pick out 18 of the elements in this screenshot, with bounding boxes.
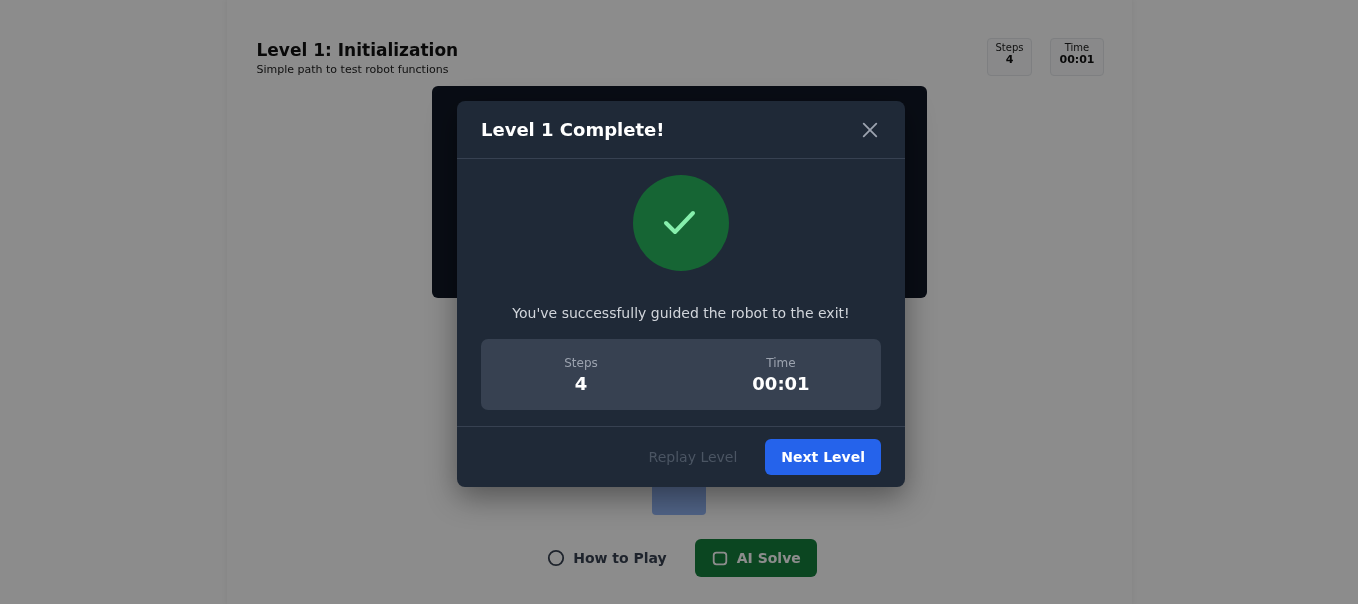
solve-button[interactable]: AI Solve [694, 539, 817, 577]
stat-value: 00:01 [1059, 53, 1095, 66]
stat-label: Time [1064, 42, 1090, 53]
stat-value: 4 [574, 373, 588, 394]
stat-value: 00:01 [752, 373, 810, 394]
stat-label: Time [766, 356, 796, 370]
stat-value: 4 [1005, 53, 1014, 66]
stat-label: Steps [995, 42, 1024, 53]
level-subtitle: Simple path to test robot functions [256, 63, 450, 76]
level-title: Level 1: Initialization [256, 40, 459, 60]
how-to-play-button[interactable]: How to Play [541, 543, 673, 573]
next-level-button[interactable]: Next Level [765, 439, 881, 475]
stat-label: Steps [564, 356, 598, 370]
checkmark-icon [633, 175, 729, 271]
help-icon [547, 549, 566, 567]
dialog-title: Level 1 Complete! [481, 119, 665, 140]
close-icon[interactable] [861, 120, 879, 139]
success-message: You've successfully guided the robot to the exit! [512, 305, 850, 321]
